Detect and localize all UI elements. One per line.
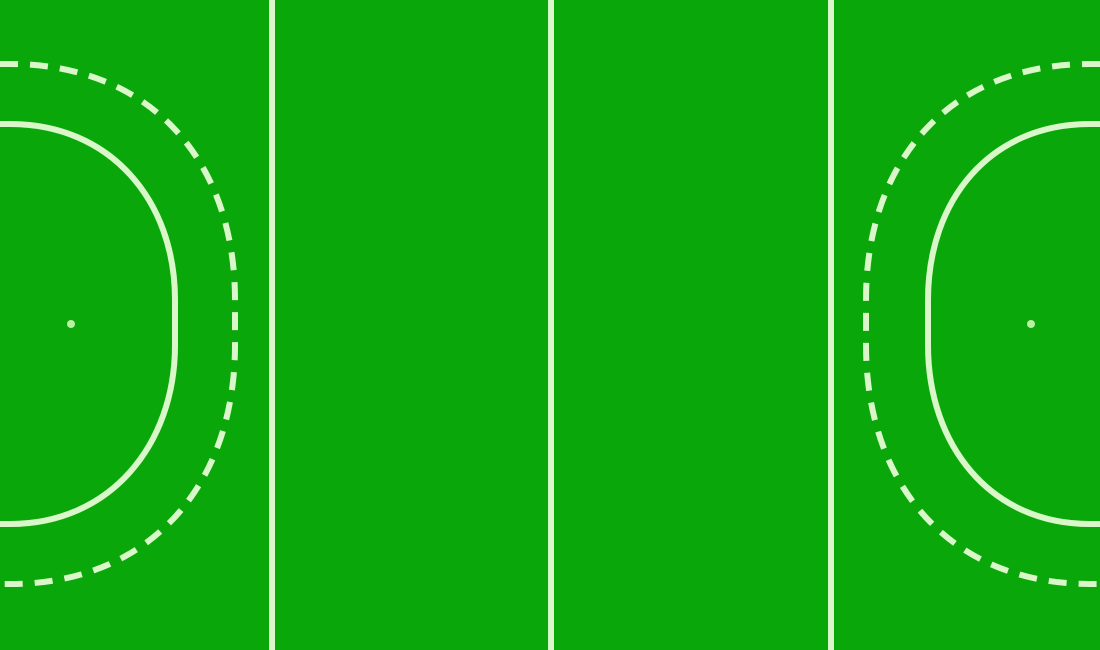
- hockey-field-diagram: [0, 0, 1100, 650]
- hockey-field-svg: [0, 0, 1100, 650]
- left-penalty-spot: [67, 320, 75, 328]
- right-penalty-spot: [1027, 320, 1035, 328]
